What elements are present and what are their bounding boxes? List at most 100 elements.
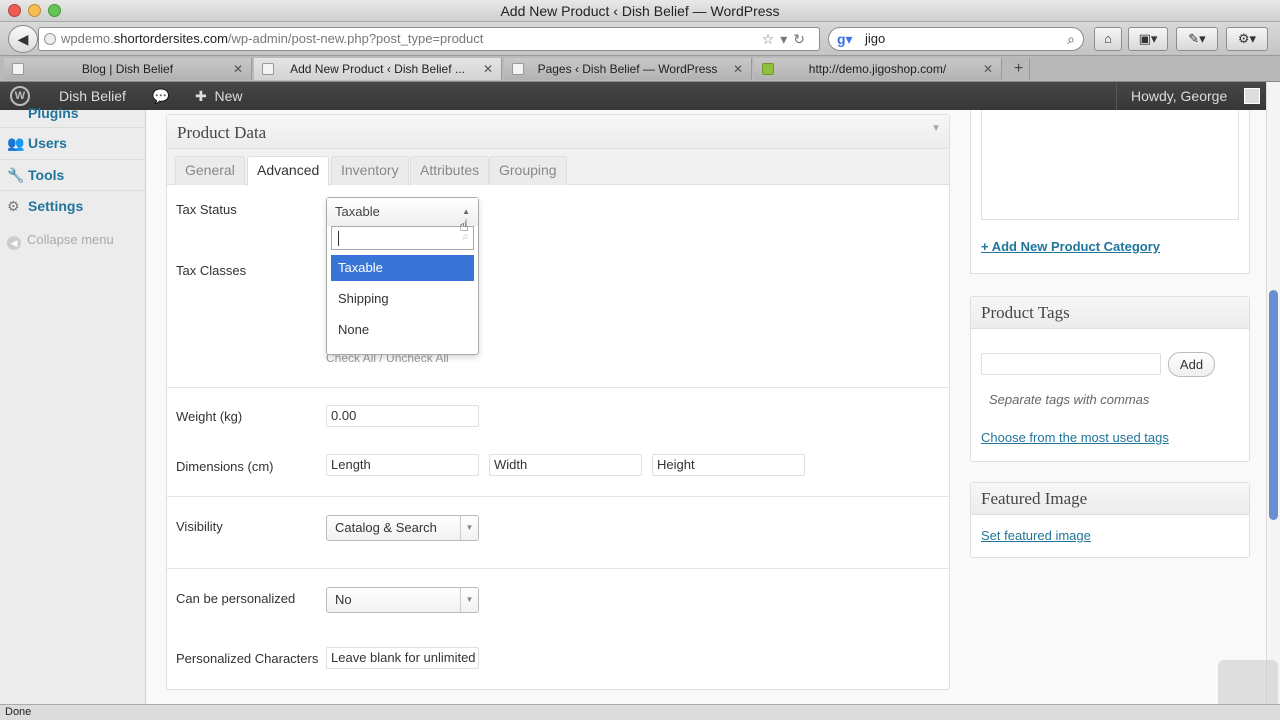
weight-input[interactable]: 0.00: [326, 405, 479, 427]
tab-inventory[interactable]: Inventory: [331, 156, 409, 185]
hand-cursor-icon: ☝: [459, 218, 469, 235]
search-icon[interactable]: ⌕: [1067, 28, 1075, 50]
characters-input[interactable]: Leave blank for unlimited: [326, 647, 479, 669]
tab-pages[interactable]: Pages ‹ Dish Belief — WordPress ✕: [504, 58, 752, 80]
chevron-down-icon: ▼: [460, 588, 478, 612]
dropdown-search-input[interactable]: ⌕: [331, 226, 474, 250]
visibility-value: Catalog & Search: [335, 520, 437, 535]
minimize-window-button[interactable]: [28, 4, 41, 17]
comments-icon[interactable]: 💬: [152, 82, 169, 110]
page-icon: [262, 63, 274, 75]
main-content: Product Data ▼ General Advanced Inventor…: [146, 110, 1266, 704]
google-icon: g▾: [837, 31, 853, 47]
close-tab-icon[interactable]: ✕: [233, 58, 243, 80]
search-input[interactable]: g▾ jigo ⌕: [828, 27, 1084, 51]
tab-attributes[interactable]: Attributes: [410, 156, 490, 185]
text-cursor: [338, 231, 339, 246]
status-bar: Done: [0, 704, 1280, 720]
menu-item-label: Users: [28, 135, 67, 151]
section-divider: [167, 387, 949, 388]
account-menu[interactable]: Howdy, George: [1116, 82, 1266, 110]
tools-menu-button[interactable]: ⚙▾: [1226, 27, 1268, 51]
tax-status-select[interactable]: Taxable ▲: [327, 198, 478, 226]
admin-menu: Plugins 👥 Users 🔧 Tools ⚙ Settings ◀ Coll…: [0, 105, 146, 704]
back-button[interactable]: ◀: [8, 25, 38, 53]
page-menu-button[interactable]: ✎▾: [1176, 27, 1218, 51]
product-data-tabs: General Advanced Inventory Attributes Gr…: [167, 149, 949, 186]
section-divider: [167, 496, 949, 497]
menu-item-plugins[interactable]: Plugins: [0, 98, 145, 128]
chevron-down-icon: ▼: [460, 516, 478, 540]
new-content-link[interactable]: ✚ New: [195, 82, 243, 110]
menu-item-tools[interactable]: 🔧 Tools: [0, 160, 145, 190]
length-input[interactable]: Length: [326, 454, 479, 476]
collapse-menu-button[interactable]: ◀ Collapse menu: [7, 232, 114, 250]
wp-admin-bar: W Dish Belief 💬 ✚ New Howdy, George: [0, 82, 1266, 110]
visibility-select[interactable]: Catalog & Search ▼: [326, 515, 479, 541]
scrollbar-thumb[interactable]: [1269, 290, 1278, 520]
plus-icon: ✚: [195, 88, 215, 104]
new-tab-button[interactable]: +: [1008, 58, 1030, 80]
toggle-arrow-icon[interactable]: ▼: [931, 123, 941, 134]
product-data-box: Product Data ▼ General Advanced Inventor…: [166, 114, 950, 690]
menu-item-label: Tools: [28, 167, 65, 183]
address-bar[interactable]: wpdemo.shortordersites.com/wp-admin/post…: [38, 27, 820, 51]
product-tags-box: Product Tags Add Separate tags with comm…: [970, 296, 1250, 462]
product-data-header[interactable]: Product Data ▼: [167, 115, 949, 149]
add-tag-button[interactable]: Add: [1168, 352, 1215, 377]
tab-add-new-product[interactable]: Add New Product ‹ Dish Belief ... ✕: [254, 58, 502, 80]
most-used-tags-link[interactable]: Choose from the most used tags: [981, 430, 1169, 445]
tab-general[interactable]: General: [175, 156, 245, 185]
menu-item-label: Settings: [28, 198, 84, 214]
menu-item-settings[interactable]: ⚙ Settings: [0, 191, 145, 221]
url-prefix: wpdemo.: [61, 31, 114, 46]
zoom-window-button[interactable]: [48, 4, 61, 17]
home-button[interactable]: ⌂: [1094, 27, 1122, 51]
option-none[interactable]: None: [331, 317, 474, 343]
close-tab-icon[interactable]: ✕: [733, 58, 743, 80]
bookmarks-button[interactable]: ▣▾: [1128, 27, 1168, 51]
url-path: /wp-admin/post-new.php?post_type=product: [227, 31, 484, 46]
add-category-link[interactable]: + Add New Product Category: [981, 239, 1160, 254]
height-input[interactable]: Height: [652, 454, 805, 476]
avatar: [1244, 88, 1260, 104]
url-host: shortordersites.com: [113, 31, 228, 46]
tab-label: Blog | Dish Belief: [81, 62, 174, 76]
settings-icon: ⚙: [7, 198, 20, 214]
page-scrollbar[interactable]: [1266, 82, 1280, 704]
category-list[interactable]: [981, 110, 1239, 220]
window-titlebar: Add New Product ‹ Dish Belief — WordPres…: [0, 0, 1280, 22]
tab-grouping[interactable]: Grouping: [489, 156, 567, 185]
status-text: Done: [5, 706, 32, 718]
tab-blog[interactable]: Blog | Dish Belief ✕: [4, 58, 252, 80]
tools-icon: 🔧: [7, 167, 25, 183]
bookmark-star-icon[interactable]: ☆▾↻: [762, 28, 811, 50]
browser-toolbar: ◀ wpdemo.shortordersites.com/wp-admin/po…: [0, 22, 1280, 56]
search-value: jigo: [865, 31, 886, 46]
howdy-label: Howdy, George: [1131, 88, 1228, 104]
tax-classes-label: Tax Classes: [176, 263, 247, 278]
product-tags-header[interactable]: Product Tags: [971, 297, 1249, 329]
personalized-select[interactable]: No ▼: [326, 587, 479, 613]
collapse-icon: ◀: [7, 236, 21, 250]
width-input[interactable]: Width: [489, 454, 642, 476]
tab-advanced[interactable]: Advanced: [247, 156, 330, 186]
close-window-button[interactable]: [8, 4, 21, 17]
tag-input[interactable]: [981, 353, 1161, 375]
tax-status-dropdown[interactable]: Taxable ▲ ⌕ Taxable Shipping None ☝: [326, 197, 479, 355]
set-featured-image-link[interactable]: Set featured image: [981, 528, 1091, 543]
menu-item-users[interactable]: 👥 Users: [0, 128, 145, 158]
tab-label: Pages ‹ Dish Belief — WordPress: [537, 62, 718, 76]
option-shipping[interactable]: Shipping: [331, 286, 474, 312]
page-icon: [512, 63, 524, 75]
tab-jigoshop[interactable]: http://demo.jigoshop.com/ ✕: [754, 58, 1002, 80]
featured-image-header[interactable]: Featured Image: [971, 483, 1249, 515]
tab-label: http://demo.jigoshop.com/: [808, 62, 947, 76]
option-taxable[interactable]: Taxable: [331, 255, 474, 281]
weight-label: Weight (kg): [176, 409, 243, 424]
tab-bar: Blog | Dish Belief ✕ Add New Product ‹ D…: [0, 56, 1280, 82]
close-tab-icon[interactable]: ✕: [983, 58, 993, 80]
characters-label: Personalized Characters: [176, 651, 319, 666]
close-tab-icon[interactable]: ✕: [483, 58, 493, 80]
menu-item-label: Plugins: [28, 105, 79, 121]
